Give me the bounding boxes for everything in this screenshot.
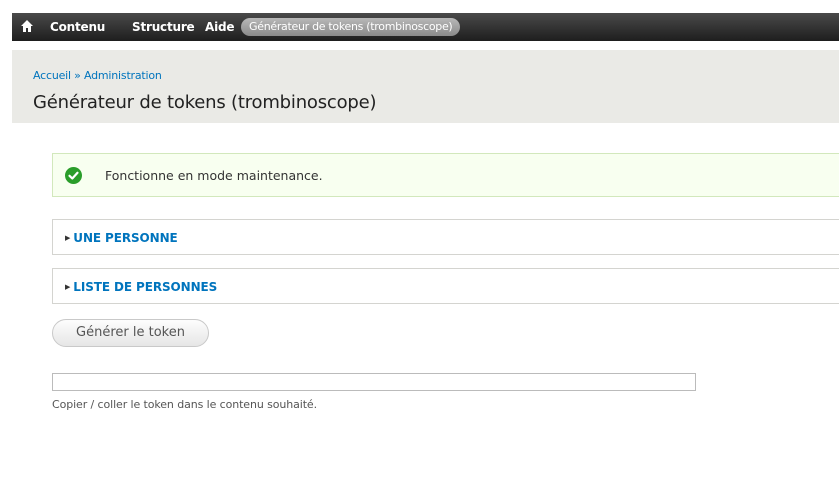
admin-toolbar: Contenu Structure Aide Générateur de tok… — [12, 13, 839, 41]
toolbar-item-active-page[interactable]: Générateur de tokens (trombinoscope) — [241, 18, 461, 36]
fieldset-toggle-une-personne[interactable]: ▶ UNE PERSONNE — [65, 231, 178, 245]
fieldset-liste-de-personnes: ▶ LISTE DE PERSONNES — [52, 268, 839, 304]
collapsed-arrow-icon: ▶ — [65, 283, 71, 291]
generate-token-button[interactable]: Générer le token — [52, 319, 209, 347]
toolbar-item-contenu[interactable]: Contenu — [50, 13, 105, 41]
toolbar-item-aide[interactable]: Aide — [205, 13, 235, 41]
status-message: Fonctionne en mode maintenance. — [52, 153, 839, 197]
toolbar-item-structure[interactable]: Structure — [132, 13, 195, 41]
fieldset-label[interactable]: LISTE DE PERSONNES — [73, 280, 217, 294]
status-text: Fonctionne en mode maintenance. — [105, 168, 323, 183]
token-field[interactable] — [52, 373, 696, 391]
fieldset-une-personne: ▶ UNE PERSONNE — [52, 219, 839, 255]
breadcrumb[interactable]: Accueil » Administration — [33, 69, 162, 82]
home-icon[interactable] — [20, 19, 34, 33]
collapsed-arrow-icon: ▶ — [65, 234, 71, 242]
token-field-description: Copier / coller le token dans le contenu… — [52, 398, 317, 411]
page-header: Accueil » Administration Générateur de t… — [12, 50, 839, 123]
page-title: Générateur de tokens (trombinoscope) — [33, 92, 377, 113]
fieldset-label[interactable]: UNE PERSONNE — [73, 231, 177, 245]
fieldset-toggle-liste-de-personnes[interactable]: ▶ LISTE DE PERSONNES — [65, 280, 217, 294]
checkmark-circle-icon — [65, 167, 82, 184]
